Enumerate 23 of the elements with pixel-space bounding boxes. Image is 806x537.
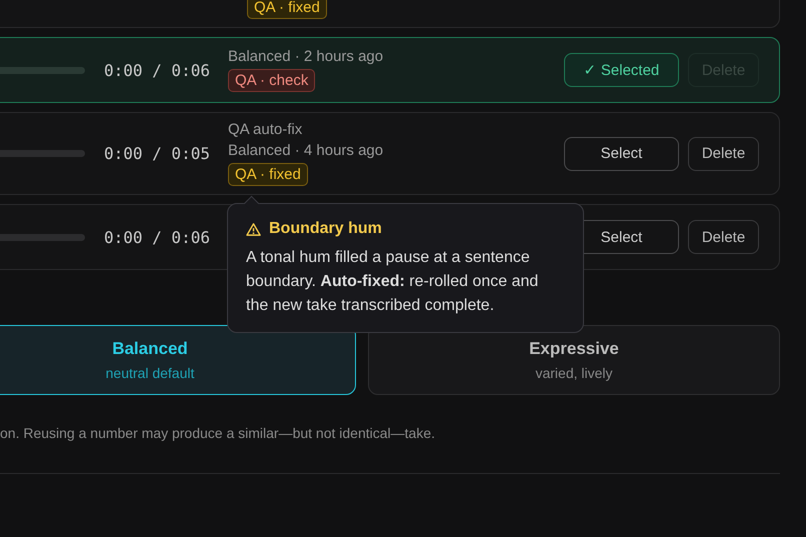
style-hint: neutral default: [106, 365, 194, 381]
style-hint: varied, lively: [535, 365, 613, 381]
style-option[interactable]: Balanced neutral default: [0, 325, 356, 395]
select-button[interactable]: Select: [564, 136, 679, 170]
warning-icon: [246, 222, 261, 236]
style-name: Balanced: [112, 339, 188, 359]
time-readout: 0:00 / 0:06: [104, 60, 211, 80]
time-readout: 0:00 / 0:05: [104, 144, 211, 163]
tooltip-text: A tonal hum filled a pause at a sentence boundary. Auto-fixed: re-rolled once and the new take transcribed complete.: [246, 248, 540, 316]
style-name: Expressive: [529, 339, 619, 359]
tooltip-title: Boundary hum: [269, 220, 382, 238]
take-note: QA auto-fix: [228, 121, 302, 139]
qa-tag[interactable]: QA · fixed: [228, 163, 308, 186]
seed-note: on. Reusing a number may produce a similar—but not identical—take.: [0, 425, 436, 441]
qa-tag[interactable]: QA · fixed: [247, 0, 327, 19]
select-button[interactable]: ✓ Selected: [564, 53, 679, 87]
qa-tag[interactable]: QA · check: [228, 69, 316, 92]
take-meta: Balanced · 4 hours ago: [228, 142, 384, 160]
take-meta: Balanced · 2 hours ago: [228, 48, 384, 66]
time-readout: 0:00 / 0:06: [104, 228, 211, 246]
delete-button[interactable]: Delete: [688, 220, 759, 254]
style-option[interactable]: Expressive varied, lively: [368, 325, 780, 395]
delete-button[interactable]: Delete: [688, 136, 759, 170]
